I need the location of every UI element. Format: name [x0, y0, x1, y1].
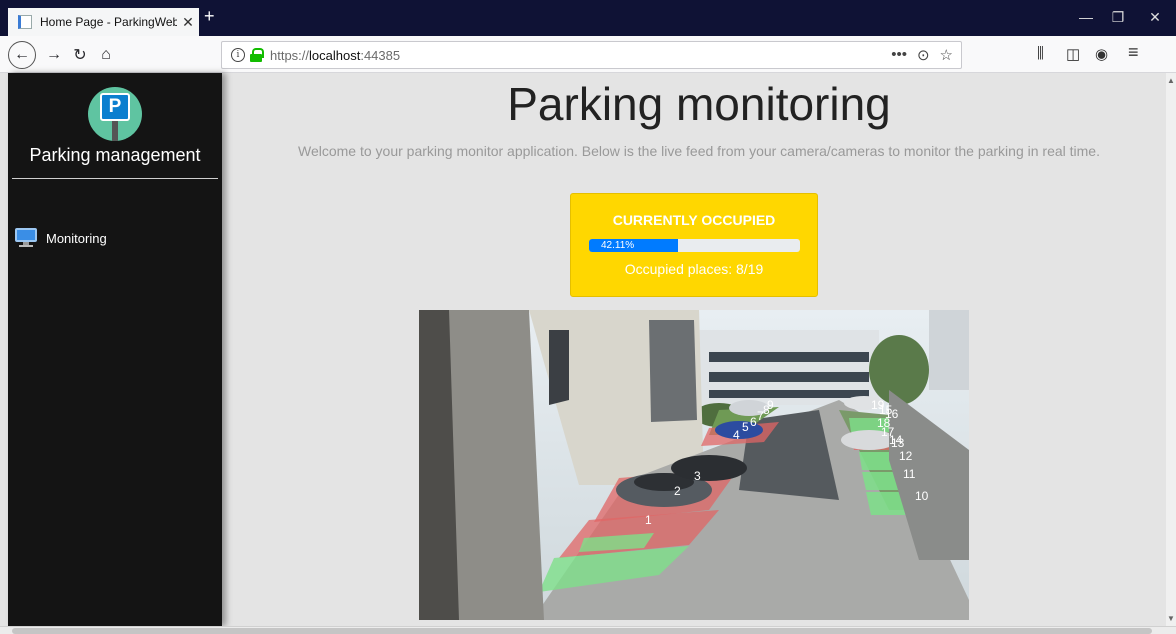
slot-label-11: 11 [903, 467, 916, 481]
occupancy-card: CURRENTLY OCCUPIED 42.11% Occupied place… [570, 193, 818, 297]
browser-tab-bar: Home Page - ParkingWebApp ✕ + — ❐ ✕ [0, 0, 1176, 36]
sidebar: P Parking management Monitoring [8, 73, 222, 626]
page-actions-icon[interactable]: ••• [891, 46, 907, 64]
slot-label-9: 9 [767, 398, 774, 412]
forward-arrow-icon[interactable]: → [42, 43, 66, 67]
occupancy-progress-fill: 42.11% [589, 239, 678, 252]
bookmark-star-icon[interactable]: ☆ [940, 46, 953, 64]
page-favicon-icon [18, 15, 32, 29]
tab-close-icon[interactable]: ✕ [177, 14, 199, 31]
horizontal-scrollbar[interactable] [0, 626, 1176, 634]
slot-label-10: 10 [915, 489, 929, 503]
reload-icon[interactable]: ↻ [68, 43, 92, 67]
lock-icon [250, 48, 264, 62]
browser-tab-active[interactable]: Home Page - ParkingWebApp ✕ [8, 8, 199, 36]
library-icon[interactable]: ⫼ [1037, 45, 1044, 62]
sidebar-divider [12, 178, 218, 179]
camera-feed-image: 3 2 1 4 5 6 7 8 9 19 18 17 14 13 12 11 1 [419, 310, 969, 620]
monitor-icon [15, 228, 37, 248]
url-bar[interactable]: i https:// localhost :44385 ••• ⊙ ☆ [221, 41, 962, 69]
scroll-up-icon[interactable]: ▲ [1167, 76, 1175, 85]
occupied-places-text: Occupied places: 8/19 [624, 261, 764, 277]
back-arrow-icon[interactable]: ← [8, 41, 36, 69]
camera-feed: 3 2 1 4 5 6 7 8 9 19 18 17 14 13 12 11 1 [419, 310, 969, 620]
brand-title: Parking management [29, 145, 201, 165]
slot-label-12: 12 [899, 449, 913, 463]
slot-label-2: 2 [674, 484, 681, 498]
slot-label-13: 13 [891, 436, 905, 450]
browser-nav-bar: ← → ↻ ⌂ i https:// localhost :44385 ••• … [0, 36, 1176, 73]
url-host: localhost [309, 47, 361, 63]
account-icon[interactable]: ◉ [1095, 45, 1108, 63]
sidebar-item-label: Monitoring [46, 230, 107, 246]
occupancy-progress-bar: 42.11% [589, 239, 800, 252]
pocket-icon[interactable]: ⊙ [917, 46, 930, 64]
restore-window-icon[interactable]: ❐ [1103, 9, 1133, 26]
vertical-scrollbar[interactable] [1166, 73, 1176, 626]
url-port: :44385 [360, 47, 401, 63]
page-content: P Parking management Monitoring Parking … [0, 73, 1176, 626]
url-scheme: https:// [270, 47, 310, 63]
minimize-window-icon[interactable]: — [1071, 9, 1101, 25]
parking-logo-icon: P [88, 87, 142, 141]
new-tab-button[interactable]: + [204, 6, 215, 27]
scroll-down-icon[interactable]: ▼ [1167, 614, 1175, 623]
occupancy-heading: CURRENTLY OCCUPIED [612, 212, 776, 228]
main-content: Parking monitoring Welcome to your parki… [222, 73, 1176, 626]
page-title: Parking monitoring [507, 78, 891, 130]
slot-label-4: 4 [733, 428, 740, 442]
slot-label-6: 6 [750, 415, 757, 429]
site-info-icon[interactable]: i [231, 48, 245, 62]
slot-label-5: 5 [742, 420, 749, 434]
sidebar-item-monitoring[interactable]: Monitoring [15, 228, 107, 248]
home-icon[interactable]: ⌂ [94, 43, 118, 67]
sidebar-toggle-icon[interactable]: ◫ [1066, 45, 1080, 63]
tab-title: Home Page - ParkingWebApp [40, 15, 177, 29]
page-subtitle: Welcome to your parking monitor applicat… [298, 143, 1100, 159]
menu-hamburger-icon[interactable]: ≡ [1128, 42, 1139, 63]
horizontal-scroll-thumb[interactable] [12, 628, 1152, 634]
slot-label-15: 15 [879, 403, 893, 417]
close-window-icon[interactable]: ✕ [1140, 9, 1170, 26]
slot-label-1: 1 [645, 513, 652, 527]
slot-label-3: 3 [694, 469, 701, 483]
